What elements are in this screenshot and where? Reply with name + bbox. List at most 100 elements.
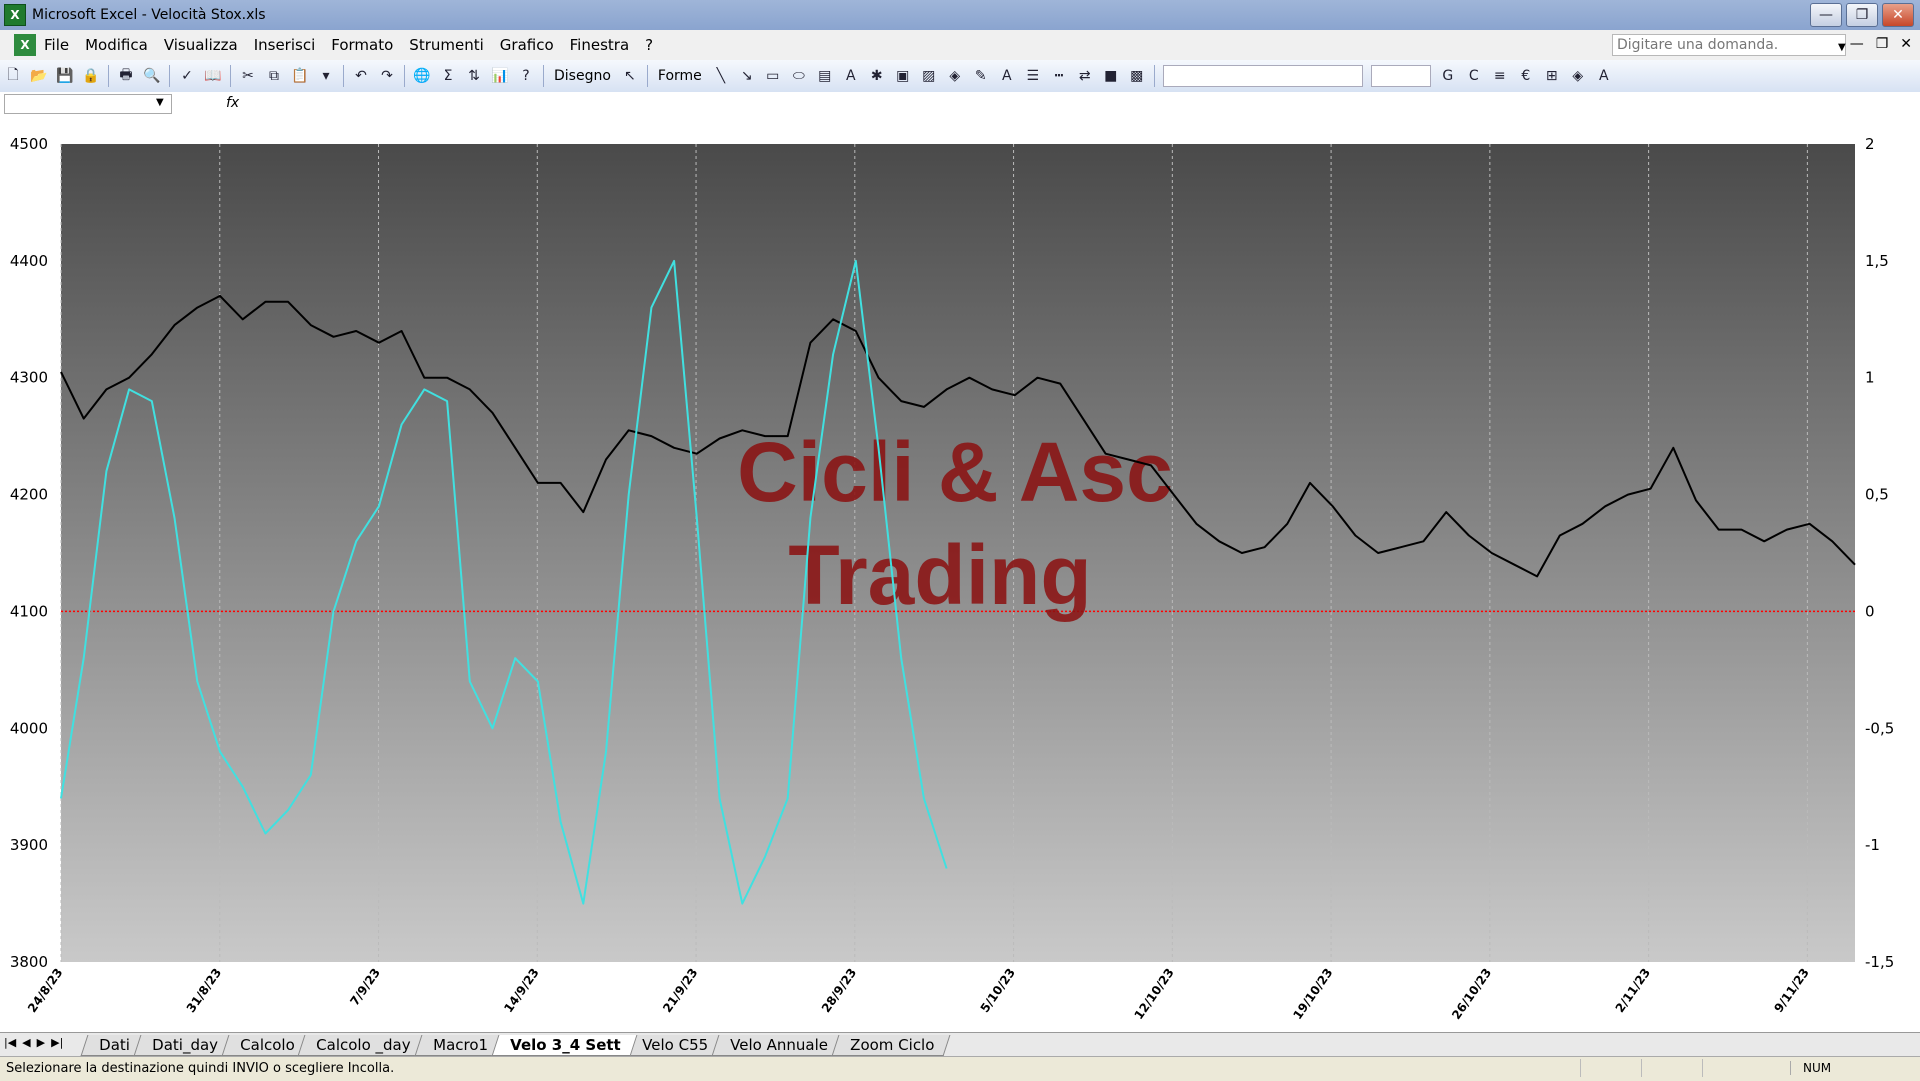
line-style-icon[interactable]: ☰ [1022, 65, 1044, 87]
wordart-icon[interactable]: A [840, 65, 862, 87]
tab-velo-annuale[interactable]: Velo Annuale [711, 1035, 845, 1056]
open-icon[interactable]: 📂 [28, 65, 50, 87]
fill-color-icon[interactable]: ◈ [1567, 65, 1589, 87]
sheet-tab-bar: |◀ ◀ ▶ ▶| Dati Dati_day Calcolo Calcolo … [0, 1032, 1920, 1057]
y-left-tick-label: 4000 [10, 719, 48, 737]
rectangle-icon[interactable]: ▭ [762, 65, 784, 87]
font-color-icon[interactable]: A [1593, 65, 1615, 87]
print-preview-icon[interactable]: 🔍 [141, 65, 163, 87]
excel-icon: X [4, 4, 26, 26]
print-icon[interactable]: 🖶 [115, 65, 137, 87]
picture-icon[interactable]: ▨ [918, 65, 940, 87]
separator [169, 65, 170, 87]
cut-icon[interactable]: ✂ [237, 65, 259, 87]
currency-icon[interactable]: € [1515, 65, 1537, 87]
y-left-tick-label: 4400 [10, 252, 48, 270]
disegno-menu[interactable]: Disegno [554, 68, 611, 84]
tab-calcolo[interactable]: Calcolo [221, 1035, 311, 1056]
next-sheet-icon[interactable]: ▶ [37, 1036, 45, 1049]
doc-close-button[interactable]: ✕ [1900, 36, 1912, 52]
ask-question-input[interactable]: Digitare una domanda. [1612, 34, 1846, 56]
prev-sheet-icon[interactable]: ◀ [22, 1036, 30, 1049]
dash-style-icon[interactable]: ┅ [1048, 65, 1070, 87]
save-icon[interactable]: 💾 [54, 65, 76, 87]
font-size-select[interactable] [1370, 65, 1431, 87]
sort-icon[interactable]: ⇅ [463, 65, 485, 87]
tab-dati-day[interactable]: Dati_day [133, 1035, 235, 1056]
clipart-icon[interactable]: ▣ [892, 65, 914, 87]
help-icon[interactable]: ? [515, 65, 537, 87]
separator [404, 65, 405, 87]
tab-macro1[interactable]: Macro1 [414, 1035, 505, 1056]
menu-help[interactable]: ? [645, 36, 653, 54]
align-icon[interactable]: ≡ [1489, 65, 1511, 87]
tab-calcolo-day[interactable]: Calcolo _day [297, 1035, 428, 1056]
maximize-button[interactable]: ❐ [1846, 3, 1878, 27]
close-button[interactable]: ✕ [1882, 3, 1914, 27]
chevron-down-icon[interactable]: ▼ [156, 97, 164, 108]
spelling-icon[interactable]: ✓ [176, 65, 198, 87]
3d-icon[interactable]: ▩ [1126, 65, 1148, 87]
bold-icon[interactable]: G [1437, 65, 1459, 87]
textbox-icon[interactable]: ▤ [814, 65, 836, 87]
sum-icon[interactable]: Σ [437, 65, 459, 87]
line-icon[interactable]: ╲ [710, 65, 732, 87]
y-right-tick-label: -1,5 [1865, 953, 1894, 971]
menu-visualizza[interactable]: Visualizza [164, 36, 238, 54]
chart-area[interactable]: 4500 4400 4300 4200 4100 4000 3900 3800 2 1,5 1 0,… [0, 116, 1920, 1032]
formula-bar: ▼ fx [0, 92, 1920, 117]
menu-modifica[interactable]: Modifica [85, 36, 148, 54]
line-color-icon[interactable]: ✎ [970, 65, 992, 87]
diagram-icon[interactable]: ✱ [866, 65, 888, 87]
y-right-tick-label: 1,5 [1865, 252, 1889, 270]
x-tick-label: 24/8/23 [25, 966, 65, 1015]
separator [1153, 65, 1155, 87]
y-left-tick-label: 3900 [10, 836, 48, 854]
separator [646, 65, 648, 87]
forme-menu[interactable]: Forme [658, 68, 702, 84]
last-sheet-icon[interactable]: ▶| [51, 1036, 63, 1049]
x-tick-label: 26/10/23 [1449, 966, 1494, 1022]
paste-icon[interactable]: 📋 [289, 65, 311, 87]
tab-zoom-ciclo[interactable]: Zoom Ciclo [831, 1035, 951, 1056]
y-right-tick-label: -1 [1865, 836, 1880, 854]
doc-restore-button[interactable]: ❐ [1876, 36, 1889, 52]
window-controls: — ❐ ✕ [1810, 3, 1914, 27]
new-icon[interactable]: 🗋 [2, 65, 24, 87]
first-sheet-icon[interactable]: |◀ [4, 1036, 16, 1049]
name-box[interactable] [4, 94, 172, 114]
pointer-icon[interactable]: ↖ [619, 65, 641, 87]
tab-velo-3-4-sett[interactable]: Velo 3_4 Sett [491, 1035, 637, 1056]
menu-inserisci[interactable]: Inserisci [254, 36, 316, 54]
fill-color-icon[interactable]: ◈ [944, 65, 966, 87]
menu-grafico[interactable]: Grafico [500, 36, 554, 54]
doc-minimize-button[interactable]: — [1850, 36, 1864, 52]
minimize-button[interactable]: — [1810, 3, 1842, 27]
menu-file[interactable]: File [44, 36, 69, 54]
line-chart[interactable]: 4500 4400 4300 4200 4100 4000 3900 3800 2 1,5 1 0,… [0, 116, 1920, 1032]
copy-icon[interactable]: ⧉ [263, 65, 285, 87]
arrow-style-icon[interactable]: ⇄ [1074, 65, 1096, 87]
chevron-down-icon[interactable]: ▾ [315, 65, 337, 87]
menu-formato[interactable]: Formato [331, 36, 393, 54]
workbook-icon[interactable]: X [14, 34, 36, 56]
chevron-down-icon[interactable]: ▼ [1838, 42, 1846, 53]
redo-icon[interactable]: ↷ [376, 65, 398, 87]
tab-velo-c55[interactable]: Velo C55 [623, 1035, 725, 1056]
borders-icon[interactable]: ⊞ [1541, 65, 1563, 87]
permission-icon[interactable]: 🔒 [80, 65, 102, 87]
chart-wizard-icon[interactable]: 📊 [489, 65, 511, 87]
menu-strumenti[interactable]: Strumenti [409, 36, 483, 54]
oval-icon[interactable]: ⬭ [788, 65, 810, 87]
x-tick-label: 12/10/23 [1132, 966, 1177, 1022]
fx-icon[interactable]: fx [226, 95, 239, 111]
research-icon[interactable]: 📖 [202, 65, 224, 87]
shadow-icon[interactable]: ■ [1100, 65, 1122, 87]
hyperlink-icon[interactable]: 🌐 [411, 65, 433, 87]
undo-icon[interactable]: ↶ [350, 65, 372, 87]
menu-finestra[interactable]: Finestra [570, 36, 630, 54]
italic-icon[interactable]: C [1463, 65, 1485, 87]
font-color-icon[interactable]: A [996, 65, 1018, 87]
font-name-select[interactable] [1162, 65, 1363, 87]
arrow-icon[interactable]: ↘ [736, 65, 758, 87]
